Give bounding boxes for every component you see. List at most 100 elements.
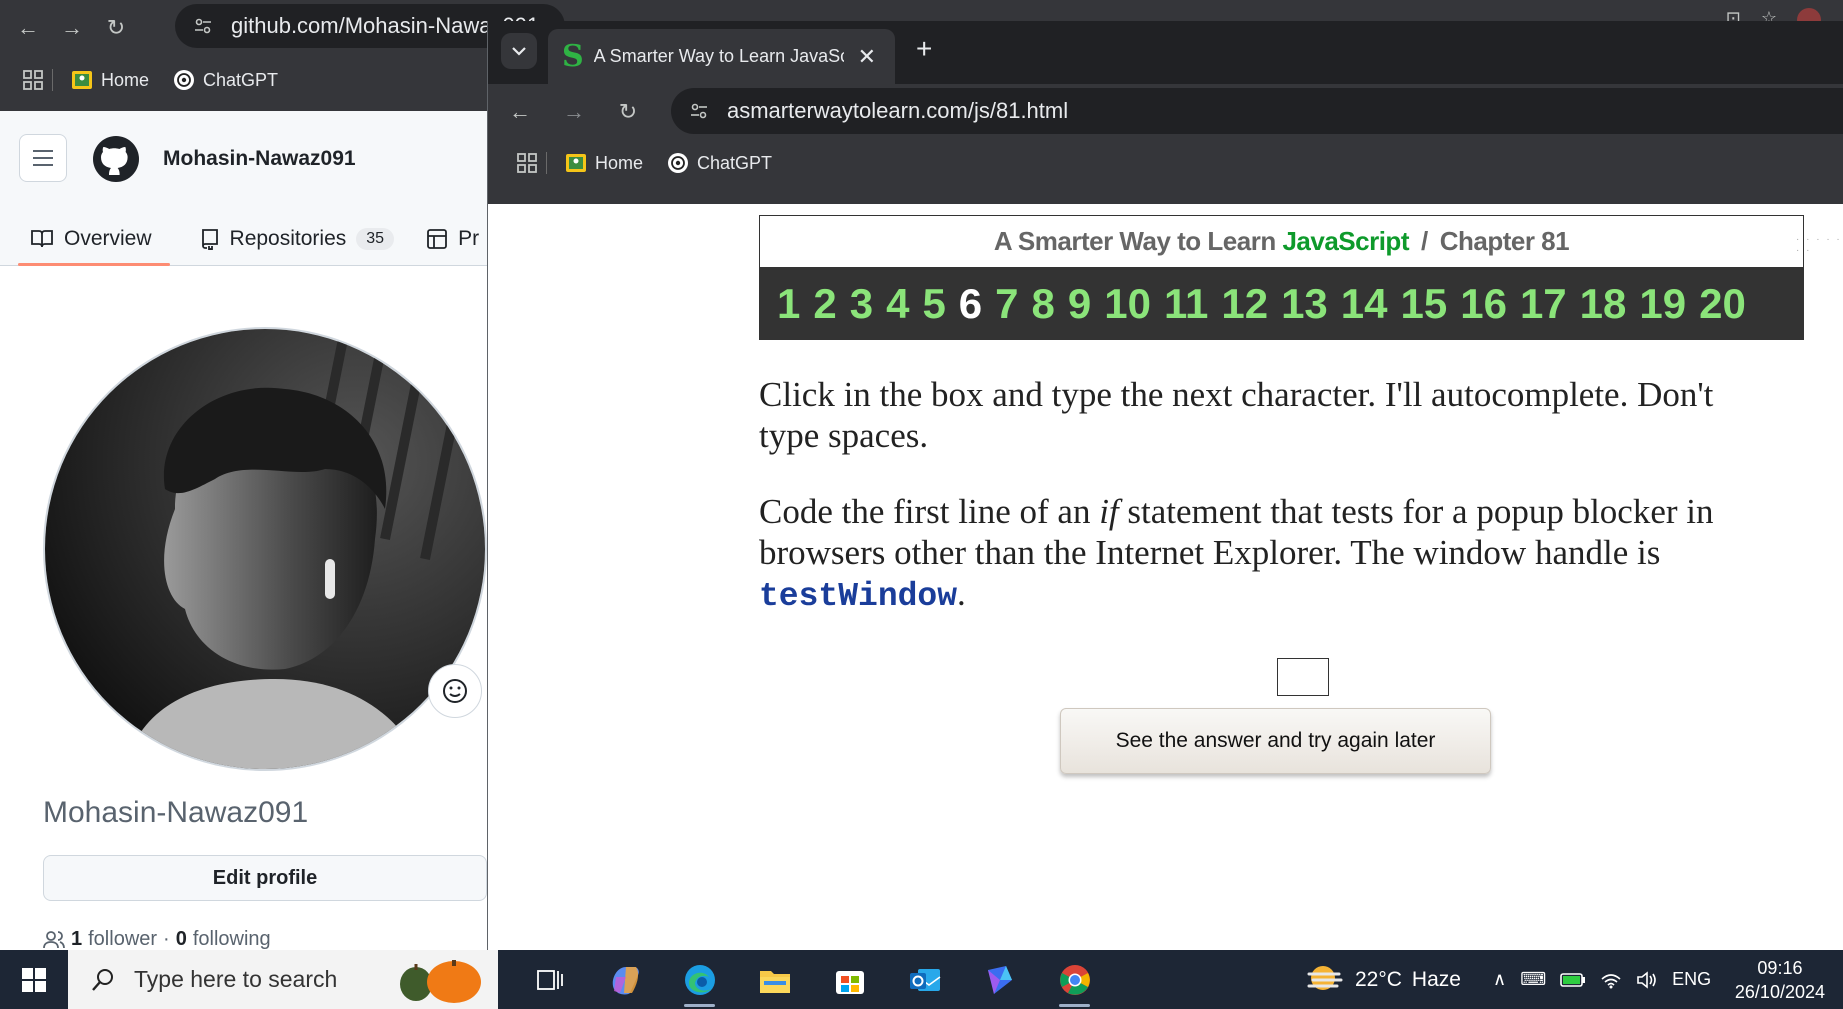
bookmark-home[interactable]: Home	[565, 153, 643, 174]
question-part-1: Code the first line of an	[759, 492, 1091, 531]
volume-icon[interactable]	[1636, 970, 1658, 989]
wifi-icon[interactable]	[1600, 971, 1622, 989]
navigation-toolbar: ← → ↻ asmarterwaytolearn.com/js/81.html	[488, 84, 1843, 140]
exercise-link-4[interactable]: 4	[886, 280, 909, 328]
following-link[interactable]: following	[193, 928, 271, 951]
bookmark-chatgpt[interactable]: ChatGPT	[173, 69, 278, 91]
exercise-link-6[interactable]: 6	[959, 280, 982, 328]
outlook-icon[interactable]	[887, 950, 962, 1009]
weather-description: Haze	[1411, 967, 1461, 991]
exercise-link-14[interactable]: 14	[1341, 280, 1388, 328]
exercise-link-16[interactable]: 16	[1460, 280, 1507, 328]
site-info-icon[interactable]	[685, 97, 713, 125]
reload-icon[interactable]: ↻	[96, 8, 136, 48]
exercise-link-2[interactable]: 2	[813, 280, 836, 328]
avatar-photo	[45, 329, 485, 769]
tab-strip: S A Smarter Way to Learn JavaScr ✕ +	[488, 21, 1843, 84]
answer-input[interactable]	[1277, 658, 1329, 696]
question-text: Code the first line of an if statement t…	[759, 491, 1779, 617]
show-hidden-icons-icon[interactable]: ∧	[1493, 969, 1506, 990]
site-favicon-icon: S	[562, 39, 584, 74]
weather-widget[interactable]: 22°C Haze	[1305, 950, 1461, 1009]
bookmarks-bar: Home ChatGPT	[488, 140, 1843, 204]
followers-link[interactable]: follower	[88, 928, 157, 951]
clock[interactable]: 09:16 26/10/2024	[1735, 956, 1825, 1004]
nav-buttons: ← → ↻	[500, 92, 648, 132]
tab-projects[interactable]: Pr	[412, 211, 497, 266]
followers-info: 1 follower · 0 following	[43, 928, 271, 951]
profile-name: Mohasin-Nawaz091	[43, 796, 309, 829]
profile-avatar[interactable]	[43, 327, 487, 771]
exercise-link-17[interactable]: 17	[1520, 280, 1567, 328]
exercise-link-10[interactable]: 10	[1104, 280, 1151, 328]
bookmark-home[interactable]: Home	[71, 70, 149, 91]
chrome-browser-icon[interactable]	[1037, 950, 1112, 1009]
exercise-link-20[interactable]: 20	[1699, 280, 1746, 328]
smiley-icon	[443, 679, 467, 703]
copilot-app-icon[interactable]	[962, 950, 1037, 1009]
tab-search-button[interactable]	[501, 33, 537, 69]
exercise-link-15[interactable]: 15	[1401, 280, 1448, 328]
back-icon[interactable]: ←	[8, 8, 48, 48]
forward-icon[interactable]: →	[554, 92, 594, 132]
see-answer-button[interactable]: See the answer and try again later	[1060, 708, 1491, 774]
address-bar[interactable]: asmarterwaytolearn.com/js/81.html	[671, 88, 1843, 134]
question-if-keyword: if	[1099, 492, 1119, 531]
foreground-browser-window: S A Smarter Way to Learn JavaScr ✕ + ← →…	[487, 21, 1843, 950]
people-icon	[43, 930, 65, 948]
exercise-link-7[interactable]: 7	[995, 280, 1018, 328]
separator-dot: ·	[163, 928, 170, 950]
tab-label: Pr	[458, 226, 480, 250]
exercise-link-5[interactable]: 5	[922, 280, 945, 328]
start-button[interactable]	[0, 950, 68, 1009]
decorative-dots: · · · · · · ·	[1796, 234, 1842, 256]
language-indicator[interactable]: ENG	[1672, 969, 1711, 990]
title-separator: /	[1420, 226, 1428, 256]
github-logo-icon[interactable]	[92, 135, 140, 183]
taskbar-search-box[interactable]: Type here to search	[68, 950, 498, 1009]
exercise-link-12[interactable]: 12	[1221, 280, 1268, 328]
followers-count[interactable]: 1	[71, 928, 82, 951]
chevron-down-icon	[512, 47, 526, 56]
exercise-link-11[interactable]: 11	[1164, 280, 1208, 328]
tab-overview[interactable]: Overview	[0, 211, 170, 266]
apps-grid-icon[interactable]	[516, 152, 538, 174]
edit-profile-button[interactable]: Edit profile	[43, 855, 487, 901]
github-username[interactable]: Mohasin-Nawaz091	[163, 147, 356, 171]
haze-weather-icon	[1307, 965, 1343, 990]
exercise-link-18[interactable]: 18	[1580, 280, 1627, 328]
reload-icon[interactable]: ↻	[608, 92, 648, 132]
active-tab[interactable]: S A Smarter Way to Learn JavaScr ✕	[548, 29, 895, 84]
meet-now-icon[interactable]: ⌨	[1520, 969, 1546, 990]
exercise-link-19[interactable]: 19	[1639, 280, 1686, 328]
set-status-button[interactable]	[428, 664, 482, 718]
hamburger-menu-button[interactable]	[19, 134, 67, 182]
exercise-link-8[interactable]: 8	[1032, 280, 1055, 328]
exercise-link-9[interactable]: 9	[1068, 280, 1091, 328]
battery-icon[interactable]	[1560, 972, 1586, 988]
tab-repositories[interactable]: Repositories 35	[170, 211, 413, 266]
back-icon[interactable]: ←	[500, 92, 540, 132]
question-end: .	[957, 574, 966, 613]
following-count[interactable]: 0	[176, 928, 187, 951]
question-code: testWindow	[759, 578, 958, 615]
microsoft-store-icon[interactable]	[812, 950, 887, 1009]
file-explorer-icon[interactable]	[737, 950, 812, 1009]
close-tab-icon[interactable]: ✕	[858, 44, 876, 70]
site-info-icon[interactable]	[189, 12, 217, 40]
bookmark-chatgpt[interactable]: ChatGPT	[667, 152, 772, 174]
apps-grid-icon[interactable]	[22, 69, 44, 91]
bookmark-label: Home	[595, 152, 644, 173]
exercise-link-1[interactable]: 1	[777, 280, 800, 328]
home-bookmark-icon	[71, 70, 93, 90]
exercise-link-3[interactable]: 3	[850, 280, 873, 328]
forward-icon[interactable]: →	[52, 8, 92, 48]
home-bookmark-icon	[565, 153, 587, 173]
task-view-icon[interactable]	[512, 950, 587, 1009]
new-tab-icon[interactable]: +	[916, 33, 932, 65]
exercise-link-13[interactable]: 13	[1281, 280, 1328, 328]
bookmark-divider	[546, 152, 547, 174]
bookmark-divider	[52, 69, 53, 91]
edge-browser-icon[interactable]	[662, 950, 737, 1009]
copilot-icon[interactable]	[587, 950, 662, 1009]
